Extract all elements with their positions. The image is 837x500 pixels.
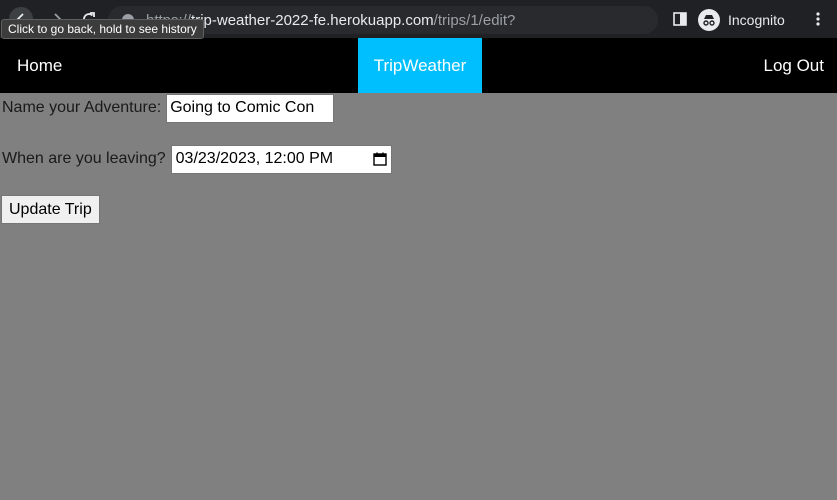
nav-home-link[interactable]: Home [17,38,62,93]
update-trip-button[interactable]: Update Trip [1,195,100,224]
trip-name-label: Name your Adventure: [2,99,162,116]
app-nav-bar: Home TripWeather Log Out [0,38,837,93]
trip-date-label: When are you leaving? [2,150,166,167]
calendar-icon[interactable] [372,152,387,166]
trip-date-input[interactable]: 03/23/2023, 12:00 PM [170,144,392,174]
profile-button[interactable]: Incognito [698,7,785,33]
nav-logout-link[interactable]: Log Out [764,38,825,93]
back-button-tooltip: Click to go back, hold to see history [1,19,204,39]
url-path: /trips/1/edit? [433,11,516,29]
profile-label: Incognito [728,12,785,28]
incognito-icon [698,9,720,31]
url-host: trip-weather-2022-fe.herokuapp.com [191,11,434,29]
nav-brand-link[interactable]: TripWeather [358,38,482,93]
trip-date-row: When are you leaving? 03/23/2023, 12:00 … [2,144,392,174]
trip-name-row: Name your Adventure: [2,93,335,123]
trip-name-input[interactable] [166,93,335,123]
more-vert-icon[interactable] [812,8,824,30]
trip-date-value: 03/23/2023, 12:00 PM [175,150,334,167]
side-panel-icon[interactable] [672,11,688,27]
